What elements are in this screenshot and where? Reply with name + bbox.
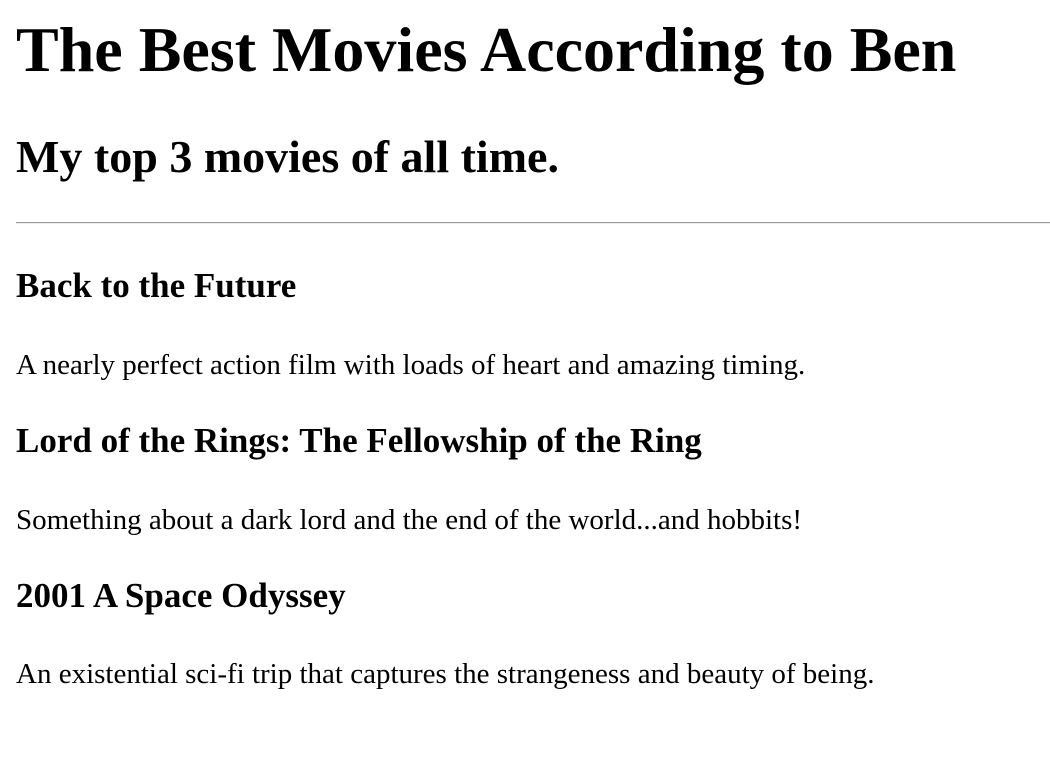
page: The Best Movies According to Ben My top … xyxy=(0,0,1050,758)
page-title: The Best Movies According to Ben xyxy=(16,14,957,85)
movie-title-fellowship-of-the-ring: Lord of the Rings: The Fellowship of the… xyxy=(16,421,702,460)
divider xyxy=(16,222,1050,224)
movie-description-back-to-the-future: A nearly perfect action film with loads … xyxy=(16,349,806,381)
movie-title-2001-a-space-odyssey: 2001 A Space Odyssey xyxy=(16,576,346,615)
movie-description-2001-a-space-odyssey: An existential sci-fi trip that captures… xyxy=(16,658,875,690)
movie-description-fellowship-of-the-ring: Something about a dark lord and the end … xyxy=(16,504,803,536)
page-subtitle: My top 3 movies of all time. xyxy=(16,131,559,182)
movie-title-back-to-the-future: Back to the Future xyxy=(16,266,297,305)
